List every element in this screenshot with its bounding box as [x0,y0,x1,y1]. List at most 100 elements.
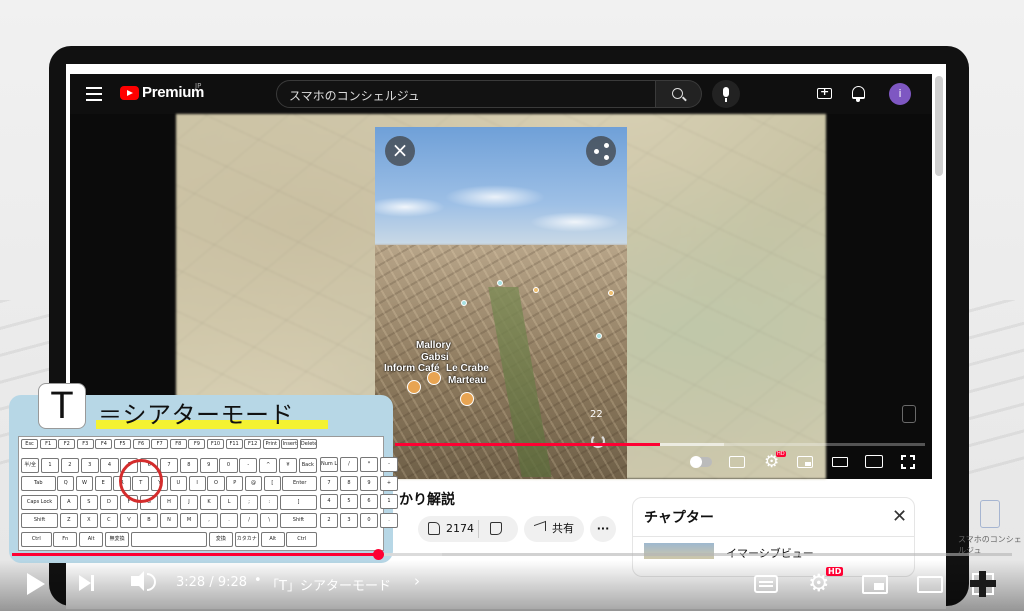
keyboard-key: F5 [113,439,132,449]
search-button[interactable] [656,80,702,108]
bell-icon[interactable] [852,86,865,102]
autoplay-toggle[interactable] [690,456,712,468]
keyboard-key: 無変換 [104,531,130,547]
keyboard-key: 3 [80,457,99,473]
share-arrow-icon [534,520,546,536]
map-pin [497,280,503,286]
numpad-key: - [380,457,398,472]
progress-played [12,553,378,556]
keyboard-key: Alt [260,531,285,547]
keyboard-key: ; [239,494,259,510]
keyboard-key: Ctrl [21,531,52,547]
t-key-highlight-circle [119,459,163,503]
keyboard-key: Back [298,457,317,473]
chevron-right-icon[interactable]: › [414,572,420,590]
keyboard-key: 9 [199,457,218,473]
miniplayer-icon[interactable] [797,456,813,468]
keyboard-key: [ [263,476,281,491]
chapter-thumbnail[interactable] [644,543,714,559]
numpad-key: * [360,457,378,472]
keyboard-key: C [99,513,119,528]
fullscreen-icon[interactable] [900,454,918,472]
keyboard-key: V [119,513,139,528]
keyboard-key: Insert [281,439,299,449]
close-icon[interactable]: × [385,136,415,166]
subtitles-icon[interactable] [754,575,778,593]
subtitles-icon[interactable] [729,456,745,468]
create-icon[interactable] [817,85,832,99]
place-label: Le Crabe [446,363,489,374]
page-scrollbar[interactable] [935,76,943,176]
keyboard-key: A [59,494,79,510]
numpad-key: 3 [340,512,358,528]
inner-progress-played [395,443,660,446]
dislike-icon[interactable] [490,522,502,535]
volume-icon[interactable] [131,571,156,591]
numpad-key: Num Lock [320,457,338,472]
numpad-key: 4 [320,494,338,509]
progress-bar[interactable] [12,549,1012,560]
voice-search-button[interactable] [712,80,740,108]
next-icon[interactable] [79,575,94,591]
map-pin [608,290,614,296]
search-input[interactable]: スマホのコンシェルジュ [276,80,656,108]
keyboard-key: F2 [58,439,76,449]
chapters-title: チャプター [644,510,714,526]
theater-icon[interactable] [832,457,848,467]
keyboard-key: D [99,494,119,510]
miniplayer-icon[interactable] [862,575,888,594]
chapter-title-button[interactable]: 「T」シアターモード [266,575,391,594]
keyboard-key: B [139,513,159,528]
fullscreen-icon[interactable] [970,571,996,597]
keyboard-key: F7 [151,439,169,449]
map-pin [533,287,539,293]
place-label: Mallory [416,340,452,351]
youtube-logo-icon[interactable] [120,86,139,100]
phone-screen-recording [375,127,627,479]
keyboard-key: ¥ [278,457,298,473]
keyboard-key: Ctrl [286,531,317,547]
avatar[interactable]: i [889,83,911,105]
numpad-key: 6 [360,494,378,509]
share-icon[interactable] [586,136,616,166]
keyboard-key: - [239,457,258,473]
progress-buffered [378,553,442,556]
inner-progress-bar[interactable] [395,443,925,446]
keyboard-key: O [207,476,225,491]
keyboard-key: : [259,494,279,510]
keyboard-key: J [179,494,199,510]
place-label: Gabsi [421,352,449,363]
numpad-key: 1 [380,494,398,509]
progress-scrubber[interactable] [373,549,384,560]
keyboard-key: U [169,476,188,491]
numpad-key: 8 [340,475,358,491]
keyboard-key: S [79,494,99,510]
t-key-callout: T [38,383,86,429]
keyboard-key: M [179,513,199,528]
like-button[interactable]: 2174 [418,516,518,542]
keyboard-key: Delete [299,439,317,449]
hd-badge: HD [826,567,844,576]
share-label: 共有 [552,522,574,535]
keyboard-key: Q [57,476,75,491]
cast-icon[interactable] [865,455,883,468]
restaurant-pin-icon [460,392,474,406]
keyboard-key: 半/全 [21,457,40,473]
numpad-key: 5 [340,494,358,509]
keyboard-key: F10 [206,439,225,449]
menu-icon[interactable] [86,87,102,101]
mic-icon [723,87,729,97]
play-icon[interactable] [27,573,45,595]
keyboard-key: / [239,513,259,528]
keyboard-key: F8 [169,439,187,449]
keyboard-key: X [79,513,99,528]
keyboard-key: 変換 [208,531,234,547]
more-button[interactable]: ··· [590,516,616,542]
mode-label: ＝シアターモード [98,401,294,429]
keyboard-key: N [159,513,179,528]
share-button[interactable]: 共有 [524,516,584,542]
keyboard-key: F4 [95,439,113,449]
keyboard-key: Tab [21,476,56,491]
close-icon[interactable]: ✕ [892,506,907,527]
theater-icon[interactable] [917,576,943,593]
